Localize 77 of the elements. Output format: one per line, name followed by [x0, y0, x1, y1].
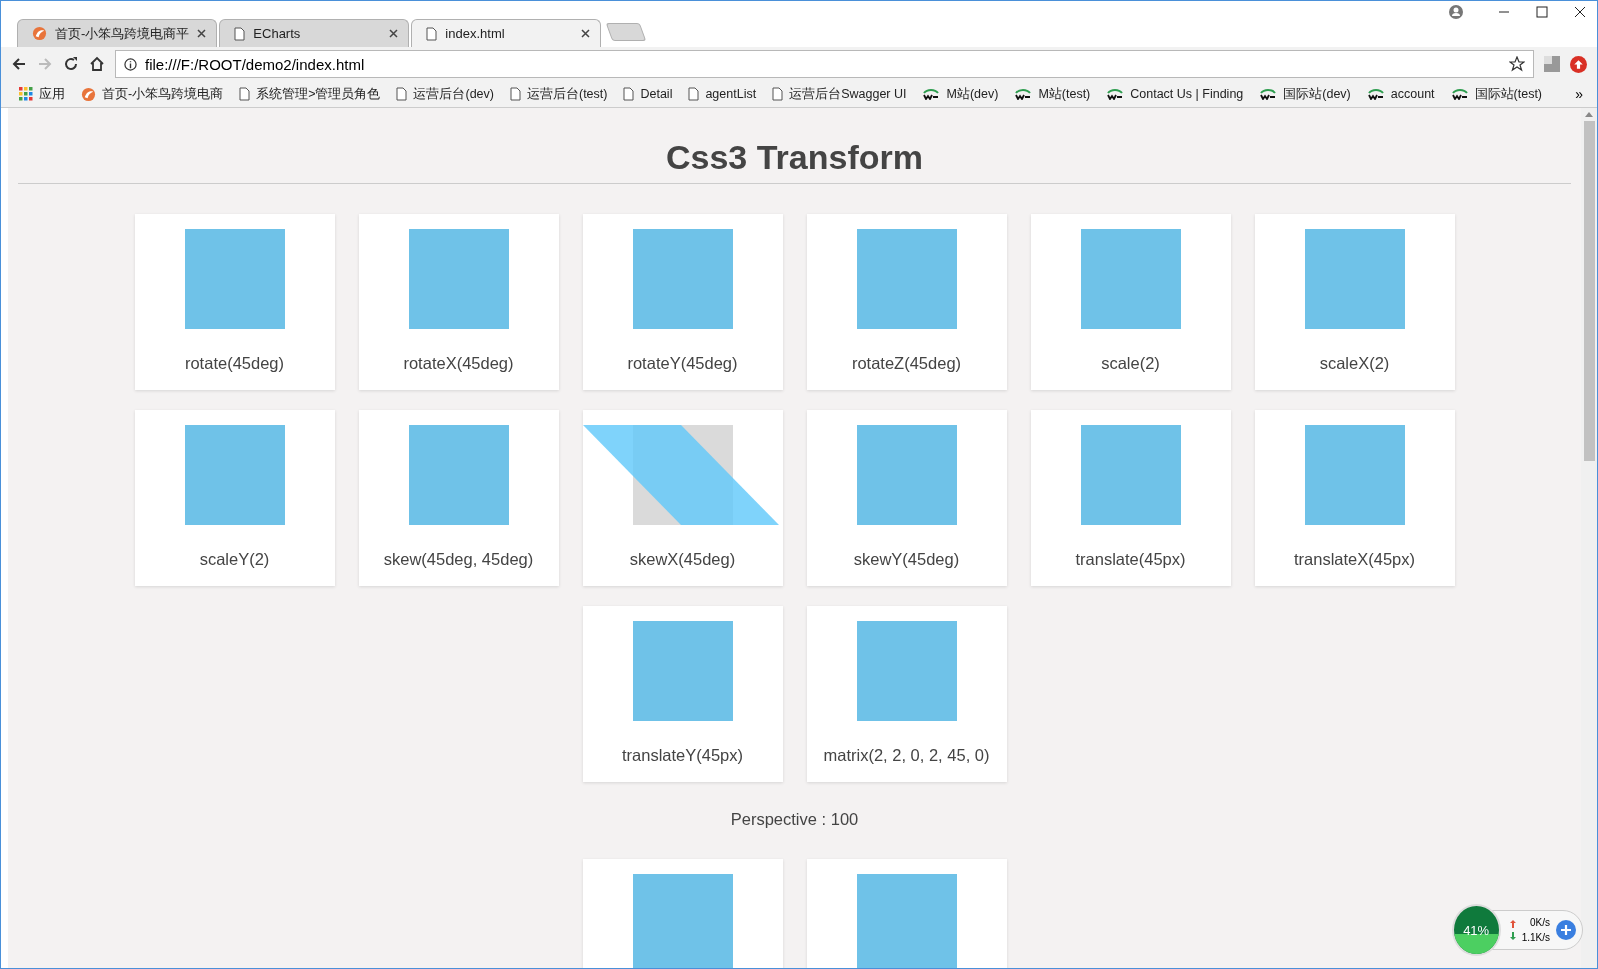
- page-icon: [772, 87, 784, 101]
- card-label: rotate(45deg): [184, 354, 285, 373]
- bookmark-link[interactable]: 应用: [39, 85, 65, 103]
- perspective-label: Perspective : 100: [730, 810, 859, 829]
- card-label: skewY(45deg): [853, 550, 960, 569]
- card-label: translateY(45px): [621, 746, 744, 765]
- card-label: translateX(45px): [1293, 550, 1416, 569]
- scrollbar-thumb[interactable]: [1583, 121, 1595, 461]
- bookmark-link[interactable]: M站(test): [1038, 85, 1091, 103]
- upload-speed: 0K/s: [1530, 917, 1550, 928]
- browser-tab[interactable]: ECharts: [219, 19, 410, 47]
- star-icon[interactable]: [1509, 56, 1525, 72]
- close-icon[interactable]: [1573, 5, 1587, 19]
- page-icon: [239, 87, 251, 101]
- card-label: rotateX(45deg): [403, 354, 514, 373]
- card-label: scale(2): [1101, 354, 1160, 373]
- close-icon[interactable]: [389, 29, 399, 38]
- card-label: skew(45deg, 45deg): [383, 550, 534, 569]
- card-label: scaleY(2): [199, 550, 270, 569]
- arc-logo-icon: [1014, 88, 1033, 100]
- scroll-up-icon[interactable]: [1585, 112, 1593, 117]
- page-title: Css3 Transform: [666, 138, 923, 177]
- apps-grid-icon: [19, 87, 33, 101]
- back-arrow-icon[interactable]: [11, 56, 27, 72]
- close-icon[interactable]: [581, 29, 591, 38]
- page-icon: [426, 26, 438, 41]
- page-icon: [623, 87, 635, 101]
- browser-tab[interactable]: index.html: [411, 19, 602, 47]
- more-bookmarks-button[interactable]: »: [1575, 86, 1583, 102]
- bookmark-link[interactable]: Detail: [640, 87, 673, 101]
- card-label: translate(45px): [1075, 550, 1186, 569]
- bookmark-link[interactable]: 国际站(dev): [1283, 85, 1351, 103]
- page-icon: [396, 87, 408, 101]
- bird-logo-icon: [81, 86, 96, 102]
- bookmark-link[interactable]: 运营后台Swagger UI: [789, 85, 907, 103]
- bookmark-link[interactable]: 系统管理>管理员角色: [256, 85, 381, 103]
- close-icon[interactable]: [197, 29, 207, 38]
- maximize-icon[interactable]: [1535, 5, 1549, 19]
- bookmark-link[interactable]: 国际站(test): [1474, 85, 1543, 103]
- page-icon: [234, 26, 246, 41]
- reload-icon[interactable]: [63, 56, 79, 72]
- card-label: matrix(2, 2, 0, 2, 45, 0): [823, 746, 990, 765]
- bookmark-link[interactable]: M站(dev): [946, 85, 999, 103]
- card-label: scaleX(2): [1319, 354, 1390, 373]
- bookmark-link[interactable]: agentList: [705, 87, 757, 101]
- arc-logo-icon: [922, 88, 941, 100]
- bookmark-link[interactable]: 运营后台(test): [526, 85, 608, 103]
- tab-title: 首页-小笨鸟跨境电商平: [55, 24, 190, 43]
- arc-logo-icon: [1259, 88, 1278, 100]
- arc-logo-icon: [1106, 88, 1125, 100]
- scrollbar[interactable]: [1581, 108, 1597, 968]
- download-speed: 1.1K/s: [1521, 932, 1550, 943]
- page-icon: [688, 87, 700, 101]
- card-label: rotateZ(45deg): [851, 354, 962, 373]
- bookmark-link[interactable]: Contact Us | Finding: [1130, 87, 1244, 101]
- home-icon[interactable]: [89, 56, 105, 72]
- arc-logo-icon: [1366, 88, 1385, 100]
- bookmark-link[interactable]: account: [1390, 87, 1435, 101]
- profile-icon[interactable]: [1449, 5, 1463, 19]
- address-bar[interactable]: file:///F:/ROOT/demo2/index.html: [115, 50, 1534, 78]
- memory-percent: 41%: [1463, 922, 1490, 938]
- page-icon: [509, 87, 521, 101]
- plus-icon[interactable]: [1556, 920, 1576, 940]
- url-text: file:///F:/ROOT/demo2/index.html: [145, 55, 366, 73]
- up-arrow-icon: [1509, 920, 1516, 928]
- browser-tab[interactable]: 首页-小笨鸟跨境电商平: [17, 19, 218, 47]
- bird-logo-icon: [32, 26, 47, 41]
- bookmark-link[interactable]: 运营后台(dev): [413, 85, 494, 103]
- info-icon[interactable]: [124, 57, 137, 71]
- card-label: skewX(45deg): [629, 550, 736, 569]
- down-arrow-icon: [1509, 932, 1516, 940]
- arc-logo-icon: [1450, 88, 1469, 100]
- card-label: rotateY(45deg): [627, 354, 738, 373]
- tab-title: ECharts: [253, 26, 302, 41]
- tab-title: index.html: [445, 26, 506, 41]
- upload-badge-icon[interactable]: [1570, 55, 1587, 73]
- bookmark-link[interactable]: 首页-小笨鸟跨境电商: [102, 85, 224, 103]
